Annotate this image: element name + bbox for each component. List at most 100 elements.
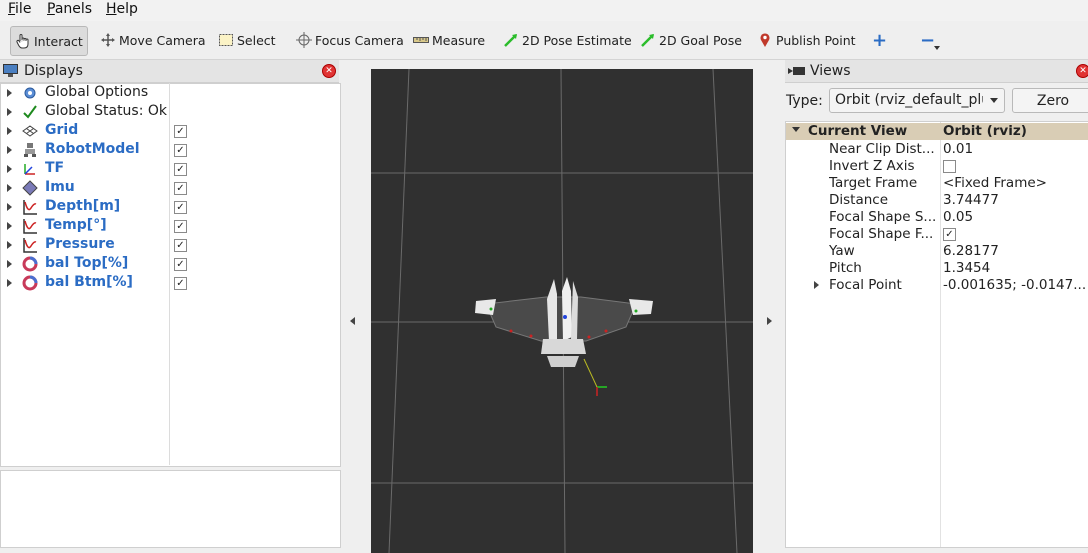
close-icon[interactable]: ✕ bbox=[322, 64, 336, 78]
menu-panels[interactable]: Panels bbox=[47, 1, 92, 17]
display-enabled-checkbox[interactable]: ✓ bbox=[174, 201, 187, 214]
view-property-value[interactable]: 3.74477 bbox=[943, 192, 999, 208]
robot-icon bbox=[22, 142, 38, 158]
expand-arrow-icon[interactable] bbox=[7, 222, 12, 230]
view-property-row[interactable]: Focal Shape S... 0.05 bbox=[786, 209, 1088, 226]
view-property-value[interactable]: 6.28177 bbox=[943, 243, 999, 259]
display-enabled-checkbox[interactable]: ✓ bbox=[174, 144, 187, 157]
grid-icon bbox=[22, 123, 38, 139]
menu-file[interactable]: File bbox=[8, 1, 31, 17]
expand-arrow-icon[interactable] bbox=[7, 260, 12, 268]
display-item[interactable]: Global Options bbox=[1, 84, 340, 103]
ring-icon bbox=[22, 275, 38, 291]
display-item[interactable]: Grid ✓ bbox=[1, 122, 340, 141]
display-item[interactable]: Pressure ✓ bbox=[1, 236, 340, 255]
focus-camera-button[interactable]: Focus Camera bbox=[296, 29, 404, 51]
expand-arrow-icon[interactable] bbox=[7, 203, 12, 211]
remove-tool-button[interactable]: − bbox=[920, 29, 940, 51]
display-item[interactable]: Global Status: Ok bbox=[1, 103, 340, 122]
interact-button[interactable]: Interact bbox=[10, 26, 88, 56]
select-label: Select bbox=[237, 32, 276, 48]
expand-arrow-icon[interactable] bbox=[7, 241, 12, 249]
display-item[interactable]: Temp[°] ✓ bbox=[1, 217, 340, 236]
splitter-handle[interactable] bbox=[160, 465, 180, 475]
display-item-label: Grid bbox=[45, 122, 79, 138]
display-item-label: Global Status: Ok bbox=[45, 103, 168, 119]
view-property-value[interactable]: 0.01 bbox=[943, 141, 973, 157]
view-property-value[interactable]: 1.3454 bbox=[943, 260, 990, 276]
current-view-header[interactable]: Current View Orbit (rviz) bbox=[786, 123, 1088, 140]
view-property-checkbox[interactable] bbox=[943, 160, 956, 173]
display-item[interactable]: bal Top[%] ✓ bbox=[1, 255, 340, 274]
views-property-tree: Current View Orbit (rviz) Near Clip Dist… bbox=[785, 121, 1088, 548]
plot-icon bbox=[22, 218, 38, 234]
menu-help[interactable]: Help bbox=[106, 1, 138, 17]
display-enabled-checkbox[interactable]: ✓ bbox=[174, 163, 187, 176]
expand-arrow-icon[interactable] bbox=[7, 89, 12, 97]
dropdown-arrow-icon[interactable] bbox=[934, 46, 940, 50]
display-enabled-checkbox[interactable]: ✓ bbox=[174, 239, 187, 252]
select-button[interactable]: Select bbox=[218, 29, 276, 51]
collapse-right-arrow-icon[interactable] bbox=[767, 317, 772, 325]
expand-arrow-icon[interactable] bbox=[814, 281, 819, 289]
menu-panels-label: anels bbox=[54, 1, 93, 17]
expand-arrow-icon[interactable] bbox=[792, 127, 800, 132]
display-enabled-checkbox[interactable]: ✓ bbox=[174, 182, 187, 195]
view-property-row[interactable]: Near Clip Dist... 0.01 bbox=[786, 141, 1088, 158]
display-enabled-checkbox[interactable]: ✓ bbox=[174, 220, 187, 233]
display-item[interactable]: TF ✓ bbox=[1, 160, 340, 179]
display-enabled-checkbox[interactable]: ✓ bbox=[174, 258, 187, 271]
expand-arrow-icon[interactable] bbox=[7, 279, 12, 287]
view-property-value[interactable]: 0.05 bbox=[943, 209, 973, 225]
expand-arrow-icon[interactable] bbox=[7, 127, 12, 135]
checkmark-icon bbox=[22, 104, 38, 120]
view-property-row[interactable]: Target Frame <Fixed Frame> bbox=[786, 175, 1088, 192]
view-property-key: Focal Shape F... bbox=[829, 226, 934, 242]
view-type-value: Orbit (rviz_default_plu bbox=[835, 92, 983, 108]
3d-viewport[interactable] bbox=[371, 69, 753, 553]
2d-pose-estimate-label: 2D Pose Estimate bbox=[522, 32, 632, 48]
display-item-label: Global Options bbox=[45, 84, 149, 100]
view-property-key: Focal Shape S... bbox=[829, 209, 937, 225]
view-type-select[interactable]: Orbit (rviz_default_plu bbox=[829, 88, 1005, 113]
display-item[interactable]: Imu ✓ bbox=[1, 179, 340, 198]
display-item[interactable]: RobotModel ✓ bbox=[1, 141, 340, 160]
view-property-row[interactable]: Invert Z Axis bbox=[786, 158, 1088, 175]
measure-button[interactable]: Measure bbox=[413, 29, 485, 51]
displays-panel-title: Displays ✕ bbox=[0, 60, 339, 83]
expand-arrow-icon[interactable] bbox=[7, 108, 12, 116]
display-item[interactable]: bal Btm[%] ✓ bbox=[1, 274, 340, 293]
robot-model bbox=[475, 277, 653, 367]
display-enabled-checkbox[interactable]: ✓ bbox=[174, 125, 187, 138]
expand-arrow-icon[interactable] bbox=[7, 165, 12, 173]
expand-arrow-icon[interactable] bbox=[7, 146, 12, 154]
plot-icon bbox=[22, 237, 38, 253]
view-property-row[interactable]: Pitch 1.3454 bbox=[786, 260, 1088, 277]
view-property-row[interactable]: Focal Point -0.001635; -0.0147... bbox=[786, 277, 1088, 294]
move-camera-button[interactable]: Move Camera bbox=[100, 29, 206, 51]
add-tool-button[interactable]: + bbox=[872, 29, 887, 51]
monitor-icon bbox=[3, 64, 18, 82]
display-item[interactable]: Depth[m] ✓ bbox=[1, 198, 340, 217]
current-view-label: Current View bbox=[808, 123, 908, 139]
move-camera-label: Move Camera bbox=[119, 32, 206, 48]
zero-button[interactable]: Zero bbox=[1012, 88, 1088, 113]
diamond-icon bbox=[22, 180, 38, 196]
view-property-value[interactable]: -0.001635; -0.0147... bbox=[943, 277, 1086, 293]
display-enabled-checkbox[interactable]: ✓ bbox=[174, 277, 187, 290]
close-icon[interactable]: ✕ bbox=[1076, 64, 1088, 78]
view-property-row[interactable]: Focal Shape F... ✓ bbox=[786, 226, 1088, 243]
2d-pose-estimate-button[interactable]: 2D Pose Estimate bbox=[503, 29, 632, 51]
displays-tree: Global Options Global Status: Ok Grid ✓ Robo… bbox=[0, 83, 341, 467]
expand-arrow-icon[interactable] bbox=[7, 184, 12, 192]
view-property-value[interactable]: <Fixed Frame> bbox=[943, 175, 1047, 191]
display-item-label: bal Btm[%] bbox=[45, 274, 133, 290]
view-property-checkbox[interactable]: ✓ bbox=[943, 228, 956, 241]
publish-point-button[interactable]: Publish Point bbox=[757, 29, 856, 51]
view-property-key: Focal Point bbox=[829, 277, 902, 293]
collapse-left-arrow-icon[interactable] bbox=[350, 317, 355, 325]
column-divider[interactable] bbox=[169, 83, 170, 465]
view-property-row[interactable]: Distance 3.74477 bbox=[786, 192, 1088, 209]
view-property-row[interactable]: Yaw 6.28177 bbox=[786, 243, 1088, 260]
2d-goal-pose-button[interactable]: 2D Goal Pose bbox=[640, 29, 742, 51]
